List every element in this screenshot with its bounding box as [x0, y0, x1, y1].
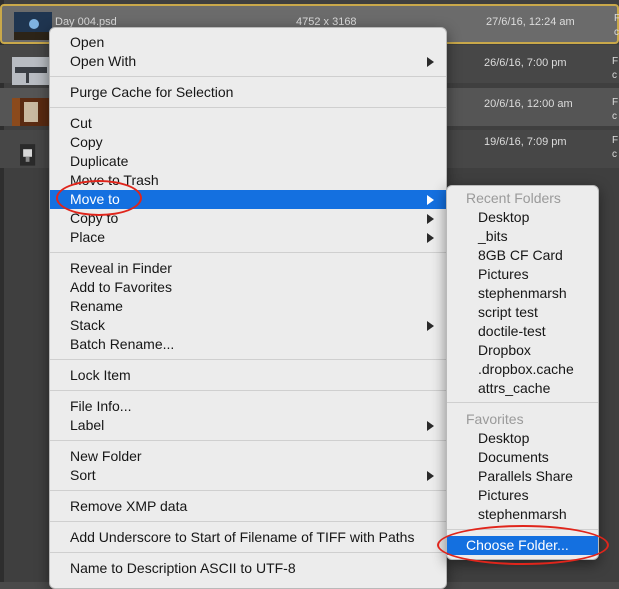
submenu-arrow-icon — [427, 421, 434, 431]
file-thumbnail — [20, 144, 36, 166]
move-to-submenu: Recent Folders Desktop _bits 8GB CF Card Pic… — [446, 185, 599, 560]
submenu-separator — [447, 402, 598, 403]
recent-folder-stephenmarsh[interactable]: stephenmarsh — [447, 284, 598, 303]
menu-item-label: Remove XMP data — [70, 498, 188, 514]
menu-separator — [50, 490, 446, 491]
recent-folder-dropbox[interactable]: Dropbox — [447, 341, 598, 360]
file-thumbnail — [12, 98, 50, 126]
menu-item-label: File Info... — [70, 398, 132, 414]
menu-item-purge-cache-for-selection[interactable]: Purge Cache for Selection — [50, 83, 446, 102]
menu-item-lock-item[interactable]: Lock Item — [50, 366, 446, 385]
menu-separator — [50, 359, 446, 360]
menu-separator — [50, 76, 446, 77]
menu-item-label: Copy to — [70, 210, 119, 226]
menu-separator — [50, 440, 446, 441]
recent-folders-header: Recent Folders — [466, 190, 561, 206]
submenu-arrow-icon — [427, 57, 434, 67]
menu-item-open-with[interactable]: Open With — [50, 52, 446, 71]
favorite-folder-desktop[interactable]: Desktop — [447, 429, 598, 448]
menu-item-label: Open With — [70, 53, 137, 69]
menu-item-label[interactable]: Label — [50, 416, 446, 435]
favorite-folder-pictures[interactable]: Pictures — [447, 486, 598, 505]
menu-item-label: Place — [70, 229, 106, 245]
menu-separator — [50, 521, 446, 522]
recent-folder-desktop[interactable]: Desktop — [447, 208, 598, 227]
menu-item-rename[interactable]: Rename — [50, 297, 446, 316]
menu-item-label: Add Underscore to Start of Filename of T… — [70, 529, 415, 545]
submenu-separator — [447, 529, 598, 530]
menu-item-label: New Folder — [70, 448, 142, 464]
menu-item-place[interactable]: Place — [50, 228, 446, 247]
favorite-folder-parallels-share[interactable]: Parallels Share — [447, 467, 598, 486]
menu-item-name-to-description-ascii-to-utf-8[interactable]: Name to Description ASCII to UTF-8 — [50, 559, 446, 578]
menu-item-label: Sort — [70, 467, 96, 483]
file-thumbnail — [12, 57, 50, 85]
file-extra: Fc — [612, 56, 619, 81]
file-date: 20/6/16, 12:00 am — [484, 98, 573, 110]
file-date: 26/6/16, 7:00 pm — [484, 57, 567, 69]
menu-item-label: Lock Item — [70, 367, 131, 383]
file-date: 27/6/16, 12:24 am — [486, 16, 575, 28]
menu-item-label: Label — [70, 417, 105, 433]
file-date: 19/6/16, 7:09 pm — [484, 136, 567, 148]
recent-folder-bits[interactable]: _bits — [447, 227, 598, 246]
menu-item-add-to-favorites[interactable]: Add to Favorites — [50, 278, 446, 297]
menu-separator — [50, 252, 446, 253]
menu-item-label: Rename — [70, 298, 123, 314]
submenu-arrow-icon — [427, 233, 434, 243]
submenu-arrow-icon — [427, 471, 434, 481]
menu-separator — [50, 552, 446, 553]
favorites-header: Favorites — [466, 411, 524, 427]
menu-item-remove-xmp-data[interactable]: Remove XMP data — [50, 497, 446, 516]
menu-item-batch-rename[interactable]: Batch Rename... — [50, 335, 446, 354]
menu-item-label: Cut — [70, 115, 92, 131]
submenu-arrow-icon — [427, 214, 434, 224]
submenu-arrow-icon — [427, 321, 434, 331]
menu-item-move-to-trash[interactable]: Move to Trash — [50, 171, 446, 190]
menu-separator — [50, 390, 446, 391]
menu-item-add-underscore-to-start-of-filename-of-tiff-with-paths[interactable]: Add Underscore to Start of Filename of T… — [50, 528, 446, 547]
menu-item-label: Move to Trash — [70, 172, 159, 188]
recent-folder-dropbox-cache[interactable]: .dropbox.cache — [447, 360, 598, 379]
menu-item-cut[interactable]: Cut — [50, 114, 446, 133]
menu-item-duplicate[interactable]: Duplicate — [50, 152, 446, 171]
file-thumbnail — [14, 12, 52, 40]
recent-folder-attrs-cache[interactable]: attrs_cache — [447, 379, 598, 398]
menu-item-label: Move to — [70, 191, 120, 207]
menu-item-new-folder[interactable]: New Folder — [50, 447, 446, 466]
menu-item-open[interactable]: Open — [50, 33, 446, 52]
menu-item-label: Stack — [70, 317, 106, 333]
menu-separator — [50, 107, 446, 108]
recent-folder-8gb-cf-card[interactable]: 8GB CF Card — [447, 246, 598, 265]
menu-item-copy[interactable]: Copy — [50, 133, 446, 152]
menu-item-label: Add to Favorites — [70, 279, 172, 295]
file-extra: Fc — [612, 135, 619, 160]
favorite-folder-stephenmarsh[interactable]: stephenmarsh — [447, 505, 598, 524]
submenu-arrow-icon — [427, 195, 434, 205]
recent-folder-pictures[interactable]: Pictures — [447, 265, 598, 284]
menu-item-label: Reveal in Finder — [70, 260, 172, 276]
menu-item-sort[interactable]: Sort — [50, 466, 446, 485]
favorite-folder-documents[interactable]: Documents — [447, 448, 598, 467]
recent-folder-script-test[interactable]: script test — [447, 303, 598, 322]
menu-item-reveal-in-finder[interactable]: Reveal in Finder — [50, 259, 446, 278]
menu-item-label: Batch Rename... — [70, 336, 175, 352]
menu-item-label: Copy — [70, 134, 103, 150]
menu-item-label: Name to Description ASCII to UTF-8 — [70, 560, 296, 576]
file-extra: Fc — [612, 97, 619, 122]
menu-item-file-info[interactable]: File Info... — [50, 397, 446, 416]
menu-item-label: Purge Cache for Selection — [70, 84, 234, 100]
context-menu: Open Open With Purge Cache for Selection Cu… — [49, 27, 447, 589]
choose-folder-button[interactable]: Choose Folder... — [447, 536, 598, 555]
menu-item-move-to[interactable]: Move to — [50, 190, 446, 209]
recent-folder-doctile-test[interactable]: doctile-test — [447, 322, 598, 341]
menu-item-label: Duplicate — [70, 153, 129, 169]
menu-item-copy-to[interactable]: Copy to — [50, 209, 446, 228]
menu-item-stack[interactable]: Stack — [50, 316, 446, 335]
menu-item-label: Open — [70, 34, 105, 50]
file-extra: Fc — [614, 13, 619, 38]
